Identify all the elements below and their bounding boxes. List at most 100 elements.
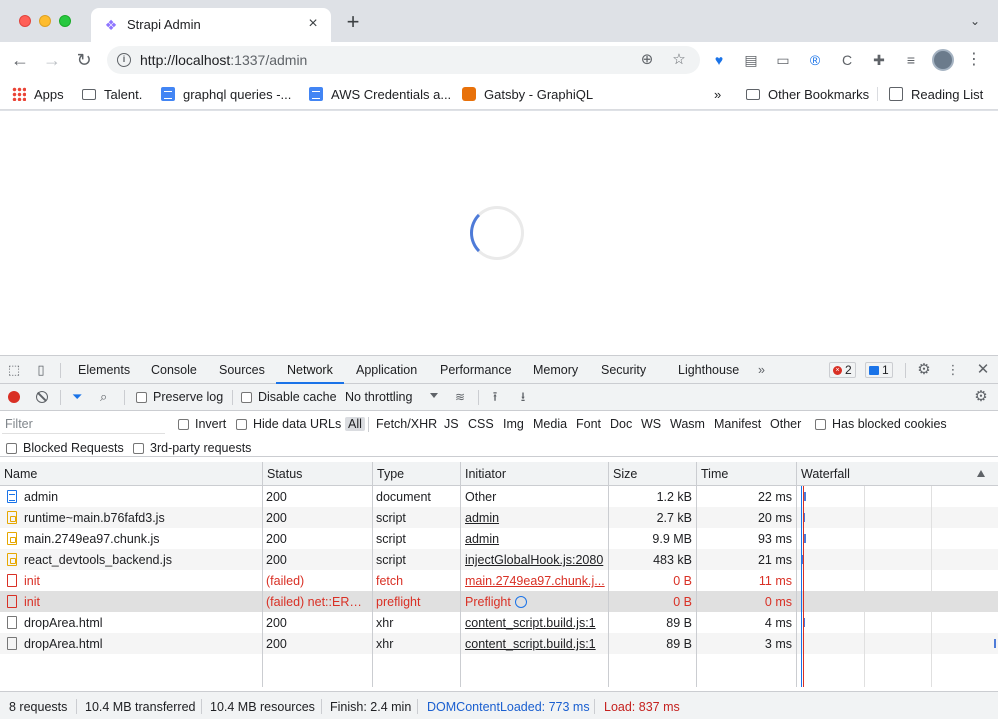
type-filter-wasm[interactable]: Wasm bbox=[670, 417, 705, 431]
table-row[interactable]: admin 200 document Other 1.2 kB 22 ms bbox=[0, 486, 998, 507]
type-filter-js[interactable]: JS bbox=[444, 417, 459, 431]
bookmark-other[interactable]: Other Bookmarks bbox=[746, 84, 869, 104]
column-header-status[interactable]: Status bbox=[267, 467, 302, 481]
browser-menu-icon[interactable]: ⋮ bbox=[966, 50, 982, 70]
address-bar[interactable]: i http://localhost:1337/admin ⊕ ☆ bbox=[107, 46, 700, 74]
column-divider[interactable] bbox=[262, 462, 263, 687]
waterfall-bar[interactable] bbox=[994, 639, 996, 648]
browser-tab[interactable]: ❖ Strapi Admin × bbox=[91, 8, 331, 42]
invert-checkbox[interactable]: Invert bbox=[178, 417, 226, 431]
back-button[interactable]: ← bbox=[10, 50, 30, 70]
has-blocked-cookies-checkbox[interactable]: Has blocked cookies bbox=[815, 417, 947, 431]
record-button[interactable] bbox=[8, 391, 20, 403]
more-tabs-button[interactable]: » bbox=[758, 363, 765, 377]
new-tab-button[interactable]: + bbox=[343, 11, 363, 33]
bookmark-talent[interactable]: Talent. bbox=[82, 84, 142, 104]
devtools-menu-icon[interactable]: ⋮ bbox=[945, 362, 961, 378]
import-har-icon[interactable]: ⭱ bbox=[488, 389, 502, 405]
tab-lighthouse[interactable]: Lighthouse bbox=[678, 363, 739, 377]
extension-react-icon[interactable]: ® bbox=[806, 51, 824, 69]
column-divider[interactable] bbox=[460, 462, 461, 687]
checkbox-box[interactable] bbox=[236, 418, 247, 430]
media-control-icon[interactable]: ≡ bbox=[902, 51, 920, 69]
request-initiator[interactable]: injectGlobalHook.js:2080 bbox=[465, 553, 605, 567]
error-count-badge[interactable]: × 2 bbox=[829, 362, 856, 378]
request-initiator[interactable]: content_script.build.js:1 bbox=[465, 637, 605, 651]
bookmark-gatsby[interactable]: Gatsby - GraphiQL bbox=[462, 84, 593, 104]
extension-c-icon[interactable]: C bbox=[838, 51, 856, 69]
tab-performance[interactable]: Performance bbox=[440, 363, 512, 377]
sort-ascending-icon[interactable] bbox=[977, 470, 985, 477]
type-filter-other[interactable]: Other bbox=[770, 417, 801, 431]
hide-data-urls-checkbox[interactable]: Hide data URLs bbox=[236, 417, 341, 431]
disable-cache-checkbox[interactable]: Disable cache bbox=[241, 390, 337, 404]
bookmark-aws-credentials[interactable]: AWS Credentials a... bbox=[309, 84, 451, 104]
table-row[interactable]: init (failed) net::ERR... preflight Preflig… bbox=[0, 591, 998, 612]
type-filter-ws[interactable]: WS bbox=[641, 417, 661, 431]
bookmark-star-icon[interactable]: ☆ bbox=[670, 51, 688, 69]
tab-memory[interactable]: Memory bbox=[533, 363, 578, 377]
type-filter-doc[interactable]: Doc bbox=[610, 417, 632, 431]
extension-graphql-icon[interactable]: ♥ bbox=[710, 51, 728, 69]
checkbox-box[interactable] bbox=[133, 442, 144, 454]
profile-avatar[interactable] bbox=[932, 49, 954, 71]
column-header-time[interactable]: Time bbox=[701, 467, 728, 481]
column-header-type[interactable]: Type bbox=[377, 467, 404, 481]
column-header-size[interactable]: Size bbox=[613, 467, 637, 481]
more-bookmarks-button[interactable]: » bbox=[714, 84, 721, 104]
window-close-button[interactable] bbox=[19, 15, 31, 27]
table-row[interactable]: init (failed) fetch main.2749ea97.chunk.j..… bbox=[0, 570, 998, 591]
request-initiator[interactable]: main.2749ea97.chunk.j... bbox=[465, 574, 605, 588]
filter-input[interactable]: Filter bbox=[2, 414, 165, 434]
search-icon[interactable]: ⌕ bbox=[100, 390, 114, 404]
tab-network[interactable]: Network bbox=[287, 363, 333, 377]
third-party-requests-checkbox[interactable]: 3rd-party requests bbox=[133, 441, 251, 455]
type-filter-font[interactable]: Font bbox=[576, 417, 601, 431]
preserve-log-checkbox[interactable]: Preserve log bbox=[136, 390, 223, 404]
extensions-puzzle-icon[interactable]: ✚ bbox=[870, 51, 888, 69]
settings-gear-icon[interactable]: ⚙ bbox=[916, 362, 932, 378]
message-count-badge[interactable]: 1 bbox=[865, 362, 893, 378]
forward-button[interactable]: → bbox=[42, 50, 62, 70]
reading-list-button[interactable]: Reading List bbox=[889, 84, 983, 104]
column-divider[interactable] bbox=[372, 462, 373, 687]
checkbox-box[interactable] bbox=[178, 418, 189, 430]
export-har-icon[interactable]: ⭳ bbox=[516, 389, 530, 405]
bookmark-apps[interactable]: Apps bbox=[12, 84, 64, 104]
tab-elements[interactable]: Elements bbox=[78, 363, 130, 377]
checkbox-box[interactable] bbox=[6, 442, 17, 454]
type-filter-media[interactable]: Media bbox=[533, 417, 567, 431]
close-tab-icon[interactable]: × bbox=[305, 16, 321, 32]
type-filter-fetch-xhr[interactable]: Fetch/XHR bbox=[376, 417, 437, 431]
tab-sources[interactable]: Sources bbox=[219, 363, 265, 377]
inspect-element-icon[interactable]: ⬚ bbox=[6, 362, 22, 378]
site-info-icon[interactable]: i bbox=[117, 53, 131, 67]
column-header-name[interactable]: Name bbox=[4, 467, 37, 481]
extension-docs-icon[interactable]: ▤ bbox=[742, 51, 760, 69]
type-filter-manifest[interactable]: Manifest bbox=[714, 417, 761, 431]
request-initiator[interactable]: content_script.build.js:1 bbox=[465, 616, 605, 630]
column-divider[interactable] bbox=[696, 462, 697, 687]
checkbox-box[interactable] bbox=[136, 391, 147, 403]
preflight-link-icon[interactable] bbox=[514, 596, 527, 608]
zoom-icon[interactable]: ⊕ bbox=[638, 51, 656, 69]
column-divider[interactable] bbox=[796, 462, 797, 687]
tab-security[interactable]: Security bbox=[601, 363, 646, 377]
column-header-initiator[interactable]: Initiator bbox=[465, 467, 506, 481]
blocked-requests-checkbox[interactable]: Blocked Requests bbox=[6, 441, 124, 455]
table-row[interactable]: main.2749ea97.chunk.js 200 script admin 9.9 … bbox=[0, 528, 998, 549]
type-filter-img[interactable]: Img bbox=[503, 417, 524, 431]
table-row[interactable]: react_devtools_backend.js 200 script inject… bbox=[0, 549, 998, 570]
tab-application[interactable]: Application bbox=[356, 363, 417, 377]
checkbox-box[interactable] bbox=[241, 391, 252, 403]
table-row[interactable]: dropArea.html 200 xhr content_script.build.… bbox=[0, 612, 998, 633]
reload-button[interactable]: ↻ bbox=[74, 50, 94, 70]
type-filter-all[interactable]: All bbox=[345, 417, 365, 431]
table-row[interactable]: dropArea.html 200 xhr content_script.build.… bbox=[0, 633, 998, 654]
bookmark-graphql-queries[interactable]: graphql queries -... bbox=[161, 84, 291, 104]
network-conditions-icon[interactable]: ≋ bbox=[452, 390, 468, 404]
window-minimize-button[interactable] bbox=[39, 15, 51, 27]
type-filter-css[interactable]: CSS bbox=[468, 417, 494, 431]
checkbox-box[interactable] bbox=[815, 418, 826, 430]
column-divider[interactable] bbox=[608, 462, 609, 687]
